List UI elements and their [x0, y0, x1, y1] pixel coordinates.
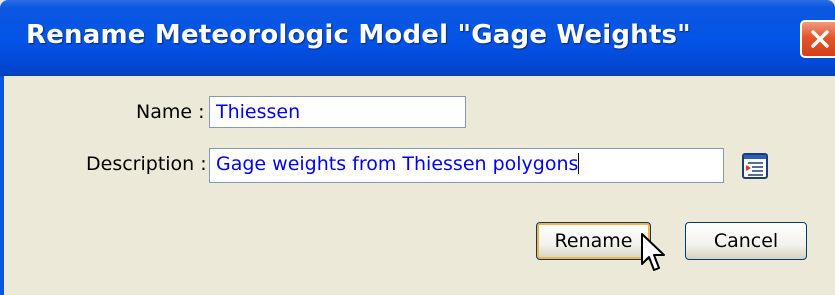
description-input[interactable]: Gage weights from Thiessen polygons: [209, 148, 724, 183]
window-frame-left: [0, 76, 4, 295]
mouse-pointer-icon: [641, 233, 665, 271]
title-bar[interactable]: Rename Meteorologic Model "Gage Weights": [0, 0, 835, 76]
name-label: Name :: [136, 101, 205, 123]
rename-button[interactable]: Rename: [536, 222, 651, 260]
text-editor-icon: [742, 153, 768, 179]
description-value: Gage weights from Thiessen polygons: [216, 153, 579, 175]
cancel-button[interactable]: Cancel: [685, 222, 807, 260]
dialog-title: Rename Meteorologic Model "Gage Weights": [26, 20, 691, 50]
description-label: Description :: [86, 153, 207, 175]
name-input[interactable]: Thiessen: [209, 96, 466, 128]
description-editor-button[interactable]: [740, 151, 770, 181]
text-caret: [578, 153, 580, 174]
close-button[interactable]: [800, 20, 835, 58]
rename-dialog: Rename Meteorologic Model "Gage Weights"…: [0, 0, 835, 295]
close-icon: [811, 30, 829, 48]
name-value: Thiessen: [216, 101, 301, 123]
